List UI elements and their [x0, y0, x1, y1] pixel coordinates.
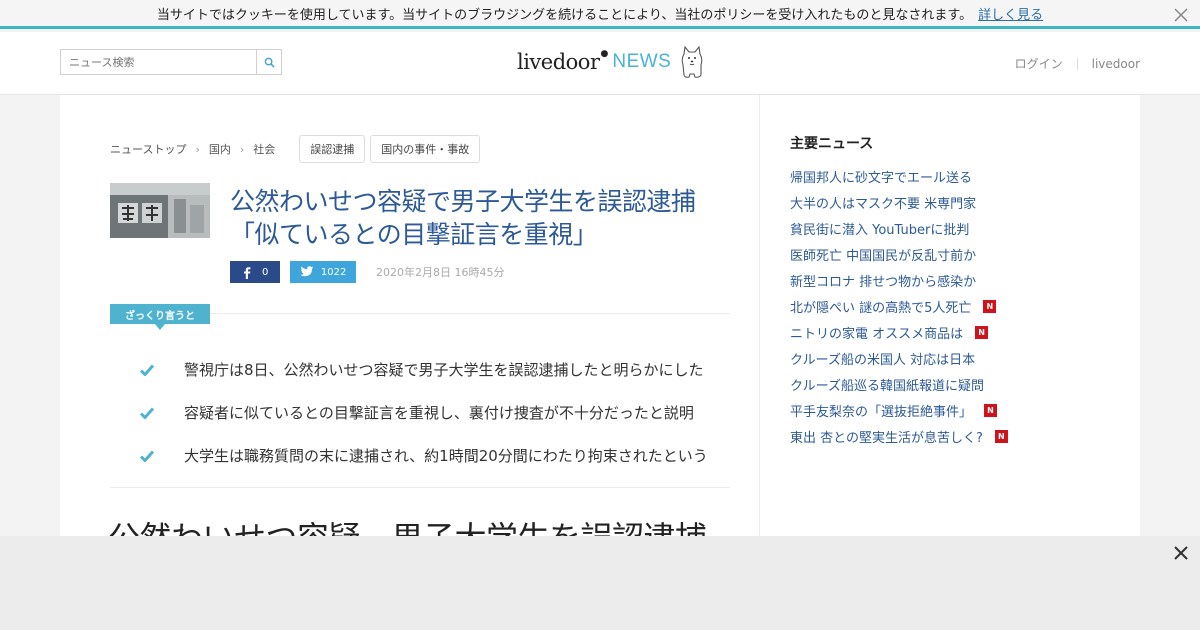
top-news-list: 帰国邦人に砂文字でエール送る 大半の人はマスク不要 米専門家 貧民街に潜入 Yo…	[790, 163, 1008, 449]
news-item-title[interactable]: 貧民街に潜入 YouTuberに批判	[790, 219, 969, 238]
header-links: ログイン livedoor	[1015, 55, 1140, 72]
ad-overlay	[0, 536, 1200, 630]
summary-point-text: 警視庁は8日、公然わいせつ容疑で男子大学生を誤認逮捕したと明らかにした	[184, 361, 704, 379]
news-item[interactable]: 貧民街に潜入 YouTuberに批判	[790, 215, 1008, 241]
checkmark-icon	[140, 364, 154, 376]
tag-domestic-incidents[interactable]: 国内の事件・事故	[370, 135, 481, 163]
news-item-title[interactable]: 帰国邦人に砂文字でエール送る	[790, 167, 972, 186]
search-form	[60, 49, 282, 75]
summary-list: 警視庁は8日、公然わいせつ容疑で男子大学生を誤認逮捕したと明らかにした 容疑者に…	[140, 348, 708, 477]
news-item-title[interactable]: 医師死亡 中国国民が反乱寸前か	[790, 245, 976, 264]
cookie-details-link[interactable]: 詳しく見る	[978, 4, 1043, 23]
logo-mark: ●	[600, 49, 609, 59]
news-item[interactable]: 平手友梨奈の「選抜拒絶事件」 N	[790, 397, 1008, 423]
news-item-title[interactable]: クルーズ船の米国人 対応は日本	[790, 349, 975, 368]
tag-misidentified-arrest[interactable]: 誤認逮捕	[299, 135, 366, 163]
dog-mascot-icon	[682, 45, 703, 78]
site-logo[interactable]: livedoor ● NEWS	[517, 42, 705, 82]
close-icon[interactable]	[1172, 544, 1190, 562]
publish-date: 2020年2月8日 16時45分	[376, 266, 505, 279]
list-item: 大学生は職務質問の末に逮捕され、約1時間20分間にわたり拘束されたという	[140, 434, 708, 477]
cookie-banner: 当サイトではクッキーを使用しています。当サイトのブラウジングを続けることにより、…	[0, 0, 1200, 29]
checkmark-icon	[140, 407, 154, 419]
twitter-icon	[299, 266, 314, 277]
livedoor-link[interactable]: livedoor	[1092, 57, 1140, 71]
chevron-right-icon: ›	[195, 142, 200, 156]
logo-news-text: NEWS	[612, 51, 672, 72]
summary-point-text: 大学生は職務質問の末に逮捕され、約1時間20分間にわたり拘束されたという	[184, 447, 708, 465]
close-icon[interactable]	[1172, 6, 1190, 24]
news-item-title[interactable]: 大半の人はマスク不要 米専門家	[790, 193, 976, 212]
news-item-title[interactable]: ニトリの家電 オススメ商品は	[790, 323, 963, 342]
new-badge: N	[983, 299, 997, 313]
sidebar-heading: 主要ニュース	[790, 136, 874, 152]
facebook-icon	[243, 266, 251, 279]
news-item[interactable]: 新型コロナ 排せつ物から感染か	[790, 267, 1008, 293]
summary-point-text: 容疑者に似ているとの目撃証言を重視し、裏付け捜査が不十分だったと説明	[184, 404, 694, 422]
news-item[interactable]: ニトリの家電 オススメ商品は N	[790, 319, 1008, 345]
breadcrumb-news-top[interactable]: ニューストップ	[110, 141, 186, 157]
article-thumbnail[interactable]	[110, 183, 210, 238]
new-badge: N	[975, 325, 989, 339]
article-headline: 公然わいせつ容疑で男子大学生を誤認逮捕「似ているとの目撃証言を重視」	[230, 187, 696, 249]
chevron-right-icon: ›	[239, 142, 245, 156]
summary-label: ざっくり言うと	[110, 304, 210, 330]
news-item[interactable]: 大半の人はマスク不要 米専門家	[790, 189, 1008, 215]
logo-livedoor-text: livedoor	[517, 50, 600, 74]
list-item: 警視庁は8日、公然わいせつ容疑で男子大学生を誤認逮捕したと明らかにした	[140, 348, 708, 391]
news-item-title[interactable]: クルーズ船巡る韓国紙報道に疑問	[790, 375, 984, 394]
news-item-title[interactable]: 平手友梨奈の「選抜拒絶事件」	[790, 401, 972, 420]
checkmark-icon	[140, 450, 154, 462]
news-item-title[interactable]: 新型コロナ 排せつ物から感染か	[790, 271, 976, 290]
breadcrumb-society[interactable]: 社会	[253, 141, 275, 157]
cookie-message: 当サイトではクッキーを使用しています。当サイトのブラウジングを続けることにより、…	[156, 7, 973, 23]
news-item[interactable]: クルーズ船巡る韓国紙報道に疑問	[790, 371, 1008, 397]
news-item-title[interactable]: 北が隠ぺい 謎の高熱で5人死亡	[790, 297, 971, 316]
share-row: 0 1022 2020年2月8日 16時45分	[230, 261, 504, 283]
new-badge: N	[994, 429, 1008, 443]
twitter-count: 1022	[320, 266, 347, 278]
breadcrumb-domestic[interactable]: 国内	[209, 141, 231, 157]
search-input[interactable]	[60, 49, 257, 75]
divider	[110, 487, 730, 488]
news-item[interactable]: 帰国邦人に砂文字でエール送る	[790, 163, 1008, 189]
news-item[interactable]: 医師死亡 中国国民が反乱寸前か	[790, 241, 1008, 267]
search-icon	[264, 57, 275, 68]
list-item: 容疑者に似ているとの目撃証言を重視し、裏付け捜査が不十分だったと説明	[140, 391, 708, 434]
new-badge: N	[984, 403, 998, 417]
twitter-share-button[interactable]: 1022	[290, 261, 356, 283]
news-item[interactable]: 東出 杏との堅実生活が息苦しく? N	[790, 423, 1008, 449]
site-header: livedoor ● NEWS ログイン livedoor	[0, 32, 1200, 95]
breadcrumb: ニューストップ › 国内 › 社会 誤認逮捕 国内の事件・事故	[110, 135, 481, 163]
news-item-title[interactable]: 東出 杏との堅実生活が息苦しく?	[790, 427, 983, 446]
news-item[interactable]: 北が隠ぺい 謎の高熱で5人死亡 N	[790, 293, 1008, 319]
news-item[interactable]: クルーズ船の米国人 対応は日本	[790, 345, 1008, 371]
login-link[interactable]: ログイン	[1015, 55, 1063, 72]
facebook-count: 0	[261, 266, 269, 278]
divider	[1076, 57, 1078, 70]
search-button[interactable]	[257, 49, 282, 75]
facebook-share-button[interactable]: 0	[230, 261, 280, 283]
